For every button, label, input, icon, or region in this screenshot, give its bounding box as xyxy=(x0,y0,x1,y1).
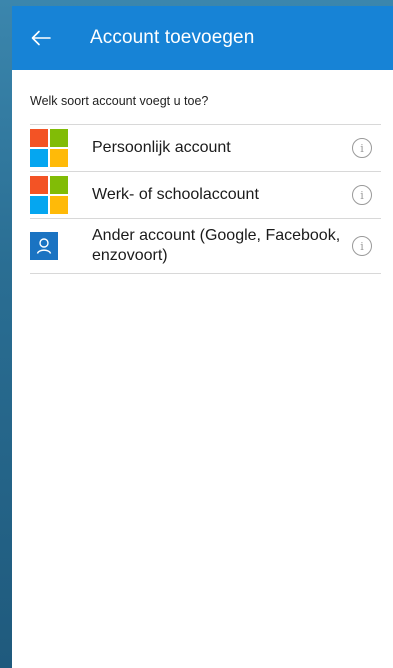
account-type-list: Persoonlijk account i Werk- of schoolacc… xyxy=(30,124,381,274)
account-type-label: Werk- of schoolaccount xyxy=(92,186,259,203)
info-button[interactable]: i xyxy=(345,185,379,205)
list-item-work-school-account[interactable]: Werk- of schoolaccount i xyxy=(30,171,381,218)
info-button[interactable]: i xyxy=(345,236,379,256)
page-title: Account toevoegen xyxy=(90,27,255,48)
list-item-other-account[interactable]: Ander account (Google, Facebook, enzovoo… xyxy=(30,218,381,274)
microsoft-logo-icon xyxy=(30,176,68,214)
info-icon: i xyxy=(352,236,372,256)
account-type-prompt: Welk soort account voegt u toe? xyxy=(30,94,209,108)
list-item-personal-account[interactable]: Persoonlijk account i xyxy=(30,124,381,171)
account-type-label: Persoonlijk account xyxy=(92,139,231,156)
info-button[interactable]: i xyxy=(345,138,379,158)
app-bar: Account toevoegen xyxy=(12,6,393,70)
arrow-left-icon xyxy=(31,30,51,46)
info-icon: i xyxy=(352,185,372,205)
account-type-label: Ander account (Google, Facebook, enzovoo… xyxy=(92,227,341,264)
person-icon xyxy=(30,232,58,260)
back-button[interactable] xyxy=(12,6,70,70)
microsoft-logo-icon xyxy=(30,129,68,167)
info-icon: i xyxy=(352,138,372,158)
app-screen: Account toevoegen Welk soort account voe… xyxy=(12,6,393,668)
